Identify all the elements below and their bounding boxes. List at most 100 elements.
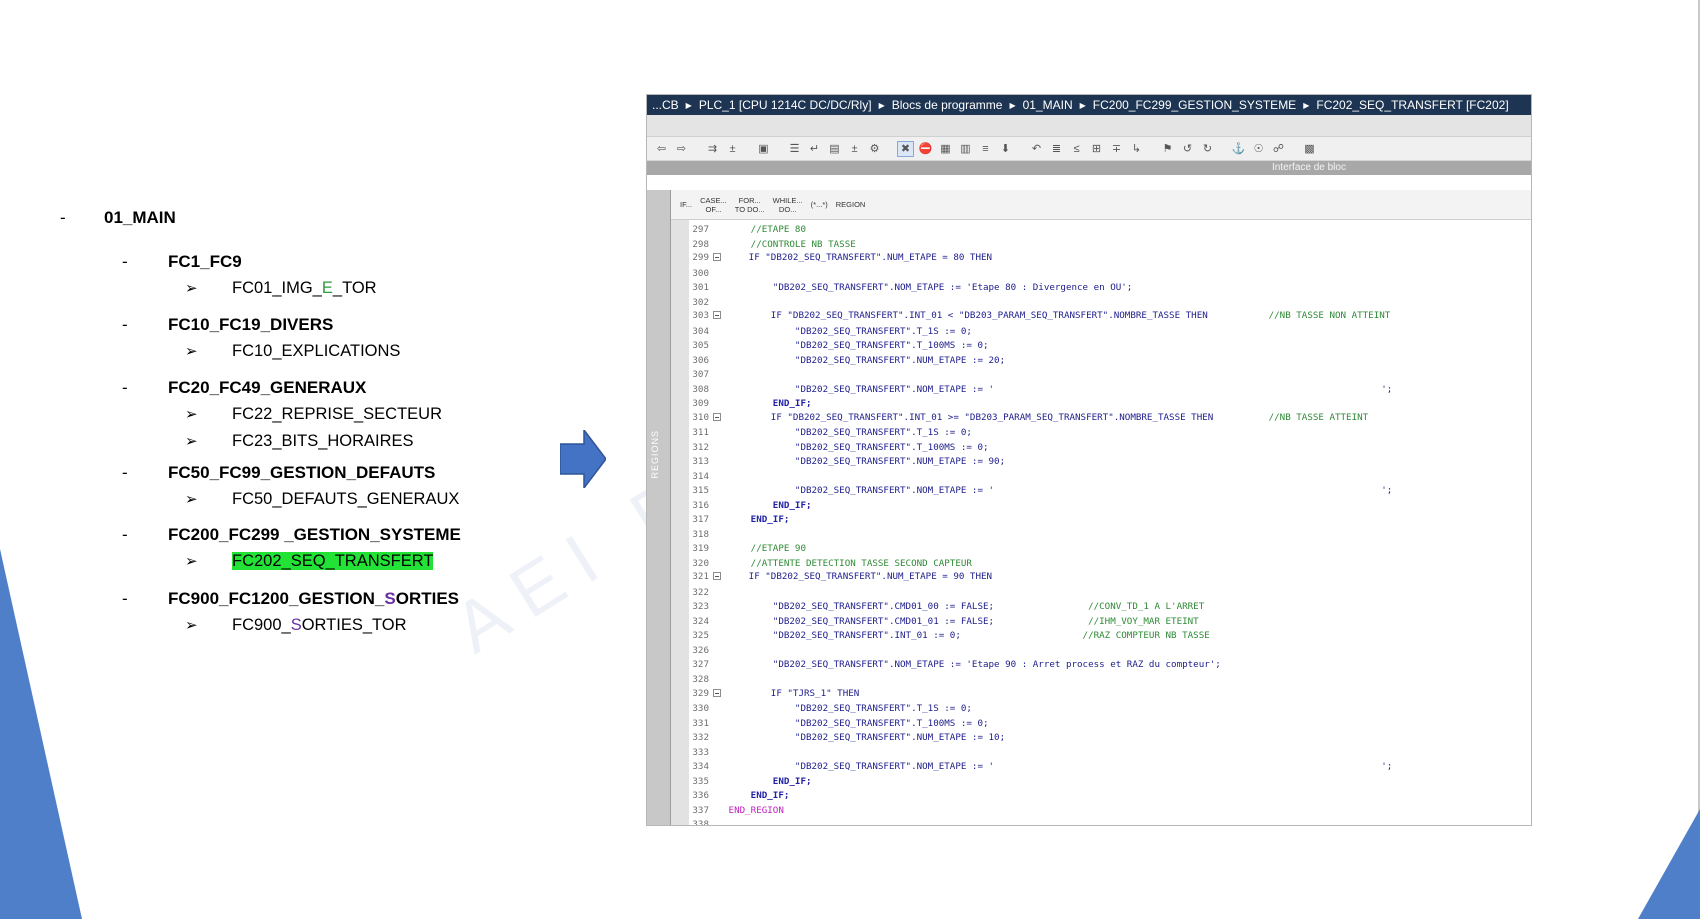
toolbar-button-icon[interactable]: ± [724, 141, 741, 157]
tree-item-label-part: FC23_BITS_HORAIRES [232, 432, 414, 450]
keyword-button[interactable]: FOR... TO DO... [732, 196, 768, 214]
tree-group: - FC50_FC99_GESTION_DEFAUTS ➢ FC50_DEFAUTS_… [122, 459, 459, 513]
tree-item[interactable]: ➢ FC22_REPRISE_SECTEUR [122, 401, 442, 428]
toolbar-button-icon[interactable]: ± [846, 141, 863, 157]
toolbar-button-icon[interactable]: ∓ [1108, 141, 1125, 157]
toolbar-button-icon[interactable]: ⇦ [653, 141, 670, 157]
breadcrumb-item[interactable]: 01_MAIN [1023, 98, 1073, 112]
toolbar-button-icon[interactable]: ⊞ [1088, 141, 1105, 157]
tree-item-label-part: FC202_SEQ_TRANSFERT [232, 552, 434, 570]
breadcrumb-item[interactable]: FC202_SEQ_TRANSFERT [FC202] [1316, 98, 1508, 112]
keyword-button[interactable]: CASE... OF... [697, 196, 730, 214]
line-number: 323 [692, 601, 709, 613]
tree-item[interactable]: ➢ FC10_EXPLICATIONS [122, 338, 400, 365]
code-text: IF "DB202_SEQ_TRANSFERT".INT_01 >= "DB20… [721, 411, 1214, 423]
tree-group: - FC1_FC9 ➢ FC01_IMG_E_TOR [122, 248, 377, 302]
toolbar-button-icon[interactable]: ⇨ [673, 141, 690, 157]
toolbar-button-icon[interactable]: ↵ [806, 141, 823, 157]
code-text: "DB202_SEQ_TRANSFERT".NOM_ETAPE := ' '; [723, 383, 1393, 395]
fold-toggle-icon[interactable] [713, 311, 721, 320]
toolbar-button-icon[interactable]: ⛔ [917, 141, 934, 157]
code-line: 297 //ETAPE 80 [689, 222, 1531, 237]
keyword-line: (*...*) [810, 200, 828, 209]
toolbar-button-icon[interactable]: ⬇ [997, 141, 1014, 157]
code-area[interactable]: 297 //ETAPE 80 298 //CONTROLE NB TASSE 299… [689, 222, 1531, 825]
tree-group-title[interactable]: - FC10_FC19_DIVERS [122, 311, 400, 338]
code-line: 309 END_IF; [689, 396, 1531, 411]
line-number: 303 [692, 310, 709, 322]
tree-item[interactable]: ➢ FC900_SORTIES_TOR [122, 612, 459, 639]
tree-item[interactable]: ➢ FC202_SEQ_TRANSFERT [122, 548, 461, 575]
keyword-button[interactable]: IF... [677, 200, 695, 209]
breadcrumb-item[interactable]: ...CB [652, 98, 679, 112]
code-line: 333 [689, 745, 1531, 760]
tree-group-title[interactable]: - FC50_FC99_GESTION_DEFAUTS [122, 459, 459, 486]
toolbar-button-icon[interactable]: ≡ [977, 141, 994, 157]
toolbar-button-icon[interactable]: ↳ [1128, 141, 1145, 157]
toolbar-button-icon[interactable]: ☰ [786, 141, 803, 157]
code-gutter [671, 220, 689, 825]
keyword-button[interactable]: (*...*) [808, 200, 831, 209]
toolbar-button-icon[interactable]: ☍ [1270, 141, 1287, 157]
code-text: "DB202_SEQ_TRANSFERT".CMD01_00 := FALSE; [723, 601, 995, 613]
toolbar-button-icon[interactable]: ≤ [1068, 141, 1085, 157]
toolbar-button-icon[interactable]: ↶ [1028, 141, 1045, 157]
line-number: 301 [692, 282, 709, 294]
tree-group-title[interactable]: - FC200_FC299 _GESTION_SYSTEME [122, 521, 461, 548]
toolbar-button-icon[interactable]: ▣ [755, 141, 772, 157]
code-text: "DB202_SEQ_TRANSFERT".NOM_ETAPE := ' '; [723, 485, 1393, 497]
toolbar-button-icon[interactable]: ⚑ [1159, 141, 1176, 157]
tree-item[interactable]: ➢ FC50_DEFAUTS_GENERAUX [122, 486, 459, 513]
breadcrumb-item[interactable]: Blocs de programme [892, 98, 1003, 112]
toolbar-button-icon[interactable]: ▥ [957, 141, 974, 157]
toolbar-button-icon[interactable]: ⚓ [1230, 141, 1247, 157]
line-number: 318 [692, 528, 709, 540]
toolbar-button-icon[interactable]: ⇉ [704, 141, 721, 157]
tree-group-title[interactable]: - FC1_FC9 [122, 248, 377, 275]
line-number: 328 [692, 673, 709, 685]
code-editor-window: ...CB ▶ PLC_1 [CPU 1214C DC/DC/Rly] ▶ Blocs … [646, 94, 1532, 826]
fold-toggle-icon[interactable] [713, 412, 721, 421]
toolbar-button-icon[interactable]: ▩ [1301, 141, 1318, 157]
toolbar-button-icon[interactable]: ▦ [937, 141, 954, 157]
toolbar-button-icon[interactable]: ↺ [1179, 141, 1196, 157]
toolbar-button-icon[interactable]: ≣ [1048, 141, 1065, 157]
fold-toggle-icon[interactable] [713, 688, 721, 697]
arrow-bullet-icon: ➢ [185, 280, 198, 297]
keyword-line: IF... [680, 200, 693, 209]
tree-item-label: FC10_EXPLICATIONS [232, 342, 400, 360]
keyword-button[interactable]: WHILE... DO... [770, 196, 806, 214]
arrow-bullet-icon: ➢ [185, 406, 198, 423]
toolbar-button-icon[interactable]: ▤ [826, 141, 843, 157]
code-line: 300 [689, 266, 1531, 281]
regions-sidebar[interactable]: REGIONS [647, 190, 671, 825]
tree-group-title[interactable]: - FC900_FC1200_GESTION_SORTIES [122, 585, 459, 612]
breadcrumb-item[interactable]: FC200_FC299_GESTION_SYSTEME [1093, 98, 1296, 112]
tree-item-label: FC22_REPRISE_SECTEUR [232, 405, 442, 423]
tree-group-title[interactable]: - FC20_FC49_GENERAUX [122, 374, 442, 401]
tree-item[interactable]: ➢ FC23_BITS_HORAIRES [122, 428, 442, 455]
code-line: 312 "DB202_SEQ_TRANSFERT".T_100MS := 0; [689, 440, 1531, 455]
line-number: 308 [692, 383, 709, 395]
breadcrumb-item[interactable]: PLC_1 [CPU 1214C DC/DC/Rly] [699, 98, 872, 112]
code-line: 301 "DB202_SEQ_TRANSFERT".NOM_ETAPE := '… [689, 280, 1531, 295]
arrow-bullet-icon: ➢ [185, 617, 198, 634]
tree-item[interactable]: ➢ FC01_IMG_E_TOR [122, 275, 377, 302]
toolbar-button-icon[interactable]: ☉ [1250, 141, 1267, 157]
line-number: 297 [692, 224, 709, 235]
fold-toggle-icon[interactable] [713, 572, 721, 581]
toolbar-button-icon[interactable]: ↻ [1199, 141, 1216, 157]
code-line: 311 "DB202_SEQ_TRANSFERT".T_1S := 0; [689, 425, 1531, 440]
keyword-button[interactable]: REGION [833, 200, 869, 209]
toolbar-button-icon[interactable]: ✖ [897, 140, 914, 157]
block-interface-bar[interactable]: Interface de bloc [647, 161, 1531, 175]
code-text: "DB202_SEQ_TRANSFERT".NUM_ETAPE := 10; [723, 732, 1006, 744]
fold-toggle-icon[interactable] [713, 253, 721, 262]
toolbar-button-icon[interactable]: ⚙ [866, 141, 883, 157]
line-number: 299 [692, 252, 709, 264]
